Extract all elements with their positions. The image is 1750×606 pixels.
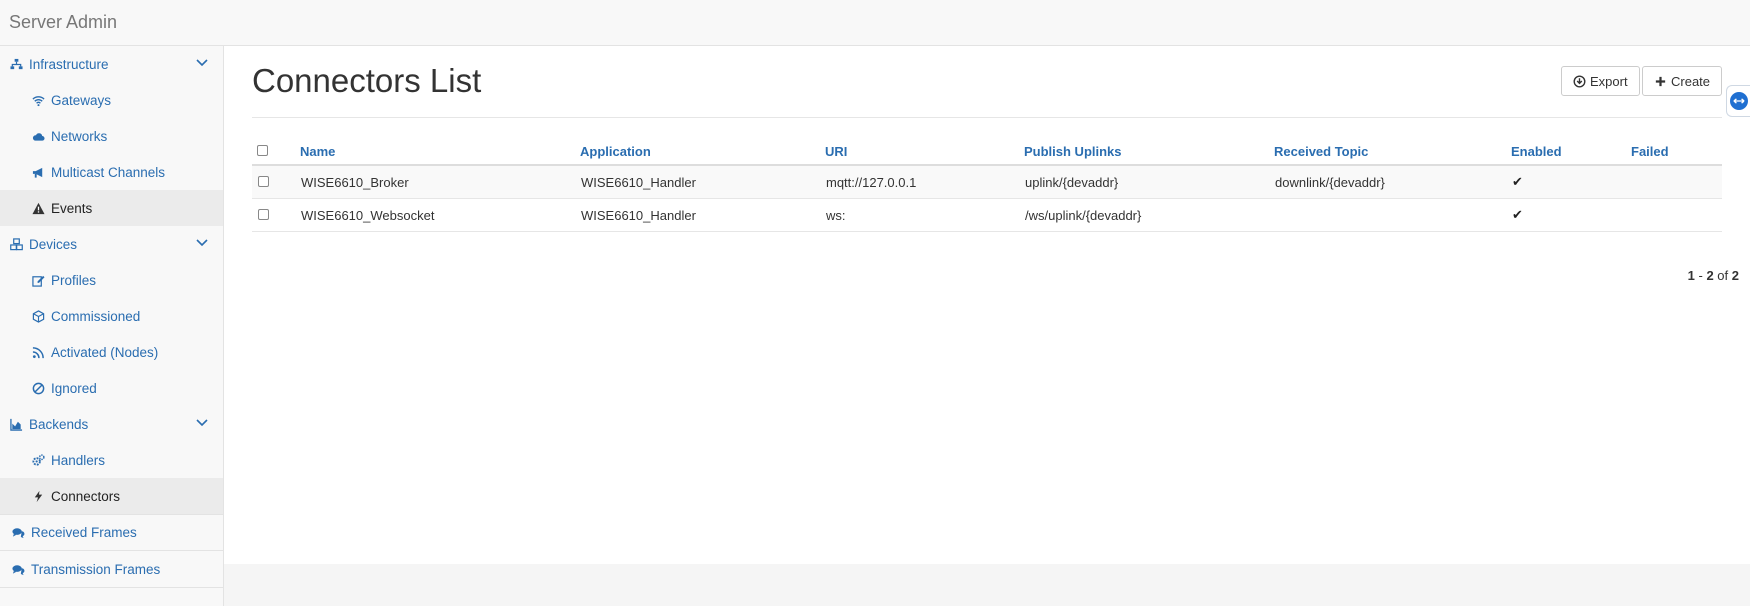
download-circle-icon <box>1572 74 1586 88</box>
sidebar-group-label: Infrastructure <box>29 56 109 72</box>
sidebar-group-devices[interactable]: Devices <box>0 226 223 262</box>
row-select-cell <box>252 198 300 232</box>
sidebar-item-events[interactable]: Events <box>0 190 223 226</box>
export-button[interactable]: Export <box>1561 66 1640 96</box>
sidebar-item-label: Profiles <box>51 272 97 288</box>
main-panel: Connectors List Export Create Name Appli… <box>224 46 1750 564</box>
sidebar-item-ignored[interactable]: Ignored <box>0 370 223 406</box>
chevron-down-icon[interactable] <box>195 415 209 429</box>
sidebar-item-label: Transmission Frames <box>31 561 161 577</box>
sidebar-item-gateways[interactable]: Gateways <box>0 82 223 118</box>
export-label: Export <box>1590 73 1628 89</box>
column-header-failed[interactable]: Failed <box>1631 138 1722 166</box>
bullhorn-icon <box>31 165 45 179</box>
column-header-application[interactable]: Application <box>580 138 825 166</box>
connector-name-link[interactable]: WISE6610_Websocket <box>300 198 580 232</box>
select-all-cell <box>252 138 300 166</box>
wifi-icon <box>31 93 45 107</box>
sidebar-item-profiles[interactable]: Profiles <box>0 262 223 298</box>
create-button[interactable]: Create <box>1642 66 1722 96</box>
uri-cell: ws: <box>825 198 1024 232</box>
sidebar-item-multicast-channels[interactable]: Multicast Channels <box>0 154 223 190</box>
application-link[interactable]: WISE6610_Handler <box>580 165 825 199</box>
row-checkbox[interactable] <box>258 208 269 220</box>
pager-total: 2 <box>1731 268 1739 283</box>
brand-title[interactable]: Server Admin <box>9 12 117 33</box>
rss-icon <box>31 345 45 359</box>
table-header-row: Name Application URI Publish Uplinks Rec… <box>252 138 1722 166</box>
pager-from: 1 <box>1687 268 1695 283</box>
remote-support-icon <box>1730 92 1748 110</box>
sidebar-item-received-frames[interactable]: Received Frames <box>0 514 223 551</box>
received-topic-cell <box>1274 198 1511 232</box>
sidebar-item-handlers[interactable]: Handlers <box>0 442 223 478</box>
cubes-icon <box>9 237 23 251</box>
sidebar-item-label: Commissioned <box>51 308 141 324</box>
table-row: WISE6610_Broker WISE6610_Handler mqtt://… <box>252 165 1722 199</box>
enabled-check-icon: ✔ <box>1511 198 1631 232</box>
title-divider <box>252 117 1722 118</box>
chevron-down-icon[interactable] <box>195 55 209 69</box>
sidebar-item-connectors[interactable]: Connectors <box>0 478 223 514</box>
sidebar-item-networks[interactable]: Networks <box>0 118 223 154</box>
connectors-table: Name Application URI Publish Uplinks Rec… <box>252 138 1722 232</box>
sidebar-item-transmission-frames[interactable]: Transmission Frames <box>0 551 223 588</box>
create-label: Create <box>1671 73 1711 89</box>
column-header-uri[interactable]: URI <box>825 138 1024 166</box>
pager-separator: - <box>1694 268 1707 283</box>
received-topic-cell: downlink/{devaddr} <box>1274 165 1511 199</box>
warning-icon <box>31 201 45 215</box>
publish-uplinks-cell: /ws/uplink/{devaddr} <box>1024 198 1274 232</box>
area-chart-icon <box>9 417 23 431</box>
column-header-received-topic[interactable]: Received Topic <box>1274 138 1511 166</box>
cube-icon <box>31 309 45 323</box>
pager-to: 2 <box>1706 268 1714 283</box>
bolt-icon <box>31 489 45 503</box>
page-title: Connectors List <box>252 62 482 99</box>
top-navbar: Server Admin <box>0 0 1750 46</box>
sidebar-group-label: Devices <box>29 236 78 252</box>
cloud-icon <box>31 129 45 143</box>
sidebar-item-label: Received Frames <box>31 525 137 540</box>
comments-icon <box>11 562 25 576</box>
comments-icon <box>11 526 25 540</box>
sidebar-group-backends[interactable]: Backends <box>0 406 223 442</box>
sidebar-item-label: Activated (Nodes) <box>51 344 159 360</box>
ban-icon <box>31 381 45 395</box>
uri-cell: mqtt://127.0.0.1 <box>825 165 1024 199</box>
sidebar-item-label: Ignored <box>51 380 97 396</box>
failed-cell <box>1631 165 1722 199</box>
sitemap-icon <box>9 57 23 71</box>
chevron-down-icon[interactable] <box>195 235 209 249</box>
row-select-cell <box>252 165 300 199</box>
sidebar-item-label: Gateways <box>51 92 112 108</box>
sidebar-item-label: Handlers <box>51 452 106 468</box>
publish-uplinks-cell: uplink/{devaddr} <box>1024 165 1274 199</box>
remote-support-tab[interactable] <box>1726 85 1750 117</box>
sidebar-item-label: Networks <box>51 128 108 144</box>
enabled-check-icon: ✔ <box>1511 165 1631 199</box>
sidebar: Infrastructure Gateways Networks Multica… <box>0 46 224 606</box>
sidebar-item-activated-nodes[interactable]: Activated (Nodes) <box>0 334 223 370</box>
sidebar-item-label: Connectors <box>51 488 121 504</box>
plus-icon <box>1653 74 1667 88</box>
cogs-icon <box>31 453 45 467</box>
pager-of: of <box>1713 268 1732 283</box>
sidebar-item-label: Events <box>51 200 93 216</box>
application-link[interactable]: WISE6610_Handler <box>580 198 825 232</box>
row-checkbox[interactable] <box>258 175 269 187</box>
table-row: WISE6610_Websocket WISE6610_Handler ws: … <box>252 198 1722 232</box>
sidebar-item-commissioned[interactable]: Commissioned <box>0 298 223 334</box>
select-all-checkbox[interactable] <box>257 144 268 156</box>
edit-icon <box>31 273 45 287</box>
sidebar-group-label: Backends <box>29 416 89 432</box>
sidebar-group-infrastructure[interactable]: Infrastructure <box>0 46 223 82</box>
connector-name-link[interactable]: WISE6610_Broker <box>300 165 580 199</box>
column-header-enabled[interactable]: Enabled <box>1511 138 1631 166</box>
sidebar-item-label: Multicast Channels <box>51 164 166 180</box>
pagination-info: 1 - 2 of 2 <box>1688 268 1739 283</box>
column-header-publish-uplinks[interactable]: Publish Uplinks <box>1024 138 1274 166</box>
failed-cell <box>1631 198 1722 232</box>
column-header-name[interactable]: Name <box>300 138 580 166</box>
